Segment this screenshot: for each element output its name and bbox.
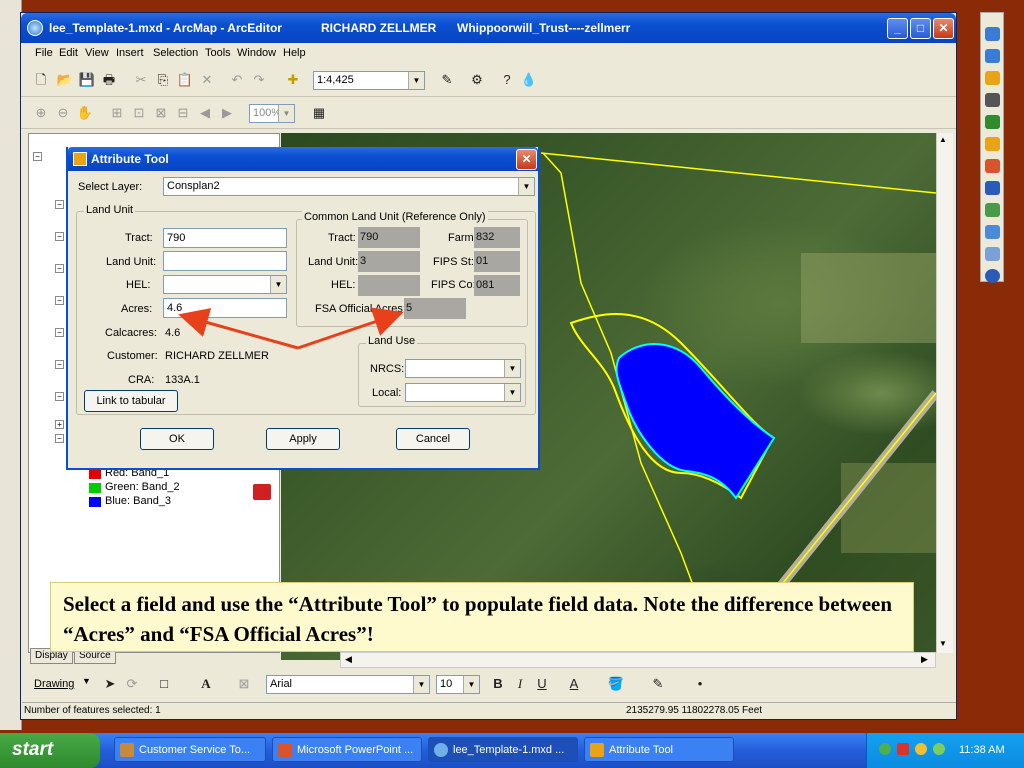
calculator-icon[interactable] bbox=[985, 93, 1000, 107]
drawing-toolbar: Drawing ▼ ➤ ⟳ □ A ⊠ Arial ▼ 10 ▼ B I U A… bbox=[22, 670, 956, 698]
customer-service-icon bbox=[120, 743, 134, 757]
attribute-tool-icon bbox=[590, 743, 604, 757]
outlook-icon[interactable] bbox=[985, 137, 1000, 151]
chevron-down-icon[interactable]: ▼ bbox=[463, 676, 479, 693]
taskbar-item-label: Attribute Tool bbox=[609, 744, 674, 756]
status-bar: Number of features selected: 1 2135279.9… bbox=[22, 702, 956, 718]
font-value: Arial bbox=[270, 678, 293, 690]
taskbar-item-arcmap[interactable]: lee_Template-1.mxd ... bbox=[428, 737, 578, 762]
taskbar: start Customer Service To... Microsoft P… bbox=[0, 733, 1024, 768]
volume-tray-icon[interactable] bbox=[915, 743, 927, 755]
taskbar-item-label: Microsoft PowerPoint ... bbox=[297, 744, 414, 756]
bold-button[interactable]: B bbox=[488, 674, 508, 694]
annotation-arrow-layer bbox=[178, 307, 404, 350]
ie-icon[interactable] bbox=[985, 27, 1000, 41]
publisher-icon[interactable] bbox=[985, 225, 1000, 239]
powerpoint-icon[interactable] bbox=[985, 159, 1000, 173]
update-tray-icon[interactable] bbox=[933, 743, 945, 755]
network-icon[interactable] bbox=[985, 203, 1000, 217]
rotate-icon[interactable]: ⟳ bbox=[122, 674, 142, 694]
taskbar-item-customer-service[interactable]: Customer Service To... bbox=[114, 737, 266, 762]
helper-icon[interactable] bbox=[985, 247, 1000, 261]
font-combo[interactable]: Arial ▼ bbox=[266, 675, 430, 694]
slide-caption: Select a field and use the “Attribute To… bbox=[50, 582, 914, 652]
word-icon[interactable] bbox=[985, 181, 1000, 195]
text-tool-icon[interactable]: A bbox=[196, 674, 216, 694]
taskbar-item-label: lee_Template-1.mxd ... bbox=[453, 744, 565, 756]
underline-button[interactable]: U bbox=[532, 674, 552, 694]
fill-color-icon[interactable]: 🪣 bbox=[606, 674, 626, 694]
security-tray-icon[interactable] bbox=[897, 743, 909, 755]
annotation-arrow-to-acres bbox=[178, 308, 299, 350]
font-size-value: 10 bbox=[440, 678, 453, 690]
font-size-combo[interactable]: 10 ▼ bbox=[436, 675, 480, 694]
font-color-button[interactable]: A bbox=[564, 674, 584, 694]
office-shortcut-bar bbox=[980, 12, 1004, 283]
system-tray: 11:38 AM bbox=[866, 733, 1024, 768]
ie-icon[interactable] bbox=[985, 49, 1000, 63]
taskbar-item-label: Customer Service To... bbox=[139, 744, 251, 756]
picture-icon[interactable]: ⊠ bbox=[234, 674, 254, 694]
annotation-arrow-to-fsa-acres bbox=[297, 307, 404, 350]
chevron-down-icon[interactable]: ▼ bbox=[413, 676, 429, 693]
excel-icon[interactable] bbox=[985, 115, 1000, 129]
coordinate-readout: 2135279.95 11802278.05 Feet bbox=[626, 705, 763, 716]
rectangle-icon[interactable]: □ bbox=[154, 674, 174, 694]
italic-button[interactable]: I bbox=[510, 674, 530, 694]
selected-features-status: Number of features selected: 1 bbox=[24, 705, 161, 716]
chevron-down-icon[interactable]: ▼ bbox=[82, 676, 91, 686]
start-label: start bbox=[12, 739, 54, 760]
clock[interactable]: 11:38 AM bbox=[959, 744, 1005, 756]
start-button[interactable]: start bbox=[0, 733, 100, 768]
taskbar-item-attribute-tool[interactable]: Attribute Tool bbox=[584, 737, 734, 762]
select-elements-icon[interactable]: ➤ bbox=[100, 674, 120, 694]
taskbar-item-powerpoint[interactable]: Microsoft PowerPoint ... bbox=[272, 737, 422, 762]
network-tray-icon[interactable] bbox=[879, 743, 891, 755]
drawing-menu[interactable]: Drawing bbox=[34, 678, 74, 690]
marker-color-icon[interactable]: • bbox=[690, 674, 710, 694]
outlook-icon[interactable] bbox=[985, 71, 1000, 85]
line-color-icon[interactable]: ✎ bbox=[648, 674, 668, 694]
media-icon[interactable] bbox=[985, 269, 1000, 283]
powerpoint-icon bbox=[278, 743, 292, 757]
arcmap-app-icon bbox=[434, 743, 448, 757]
